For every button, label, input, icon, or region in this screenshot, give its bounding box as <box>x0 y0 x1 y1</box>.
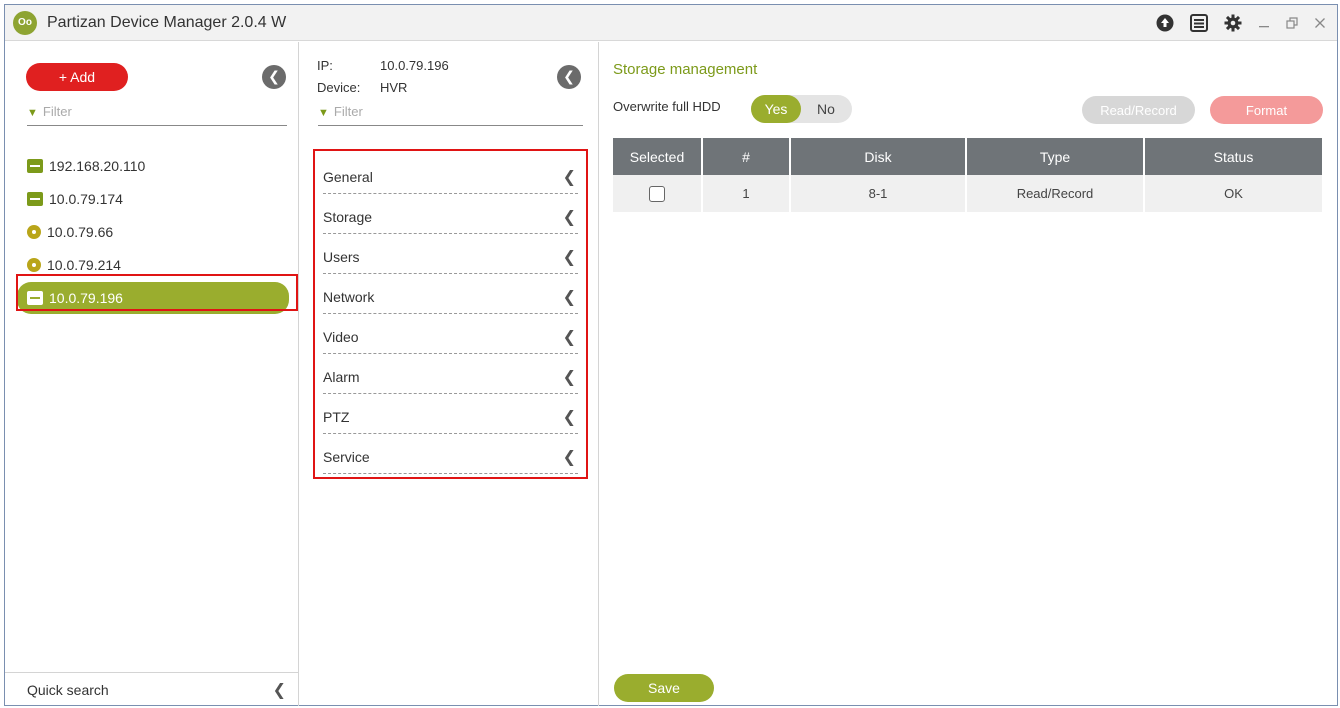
close-icon[interactable] <box>1313 13 1327 33</box>
chevron-left-icon: ❮ <box>562 328 576 346</box>
chevron-left-icon: ❮ <box>562 408 576 426</box>
recorder-icon <box>27 192 43 206</box>
device-item-10-0-79-66[interactable]: 10.0.79.66 <box>17 216 297 248</box>
storage-management-panel: Storage management Overwrite full HDD Ye… <box>600 42 1337 706</box>
row-number: 1 <box>702 175 791 212</box>
table-row[interactable]: 1 8-1 Read/Record OK <box>613 175 1322 212</box>
menu-item-general[interactable]: General ❮ <box>323 154 578 194</box>
device-type-label: Device: <box>317 80 361 95</box>
chevron-left-icon: ❮ <box>562 288 576 306</box>
camera-icon <box>27 225 41 239</box>
menu-item-alarm[interactable]: Alarm ❮ <box>323 354 578 394</box>
disk-table: Selected # Disk Type Status 1 8-1 Read/R… <box>613 138 1322 212</box>
app-window: Oo Partizan Device Manager 2.0.4 W + Add… <box>4 4 1338 706</box>
quick-search-label: Quick search <box>27 682 109 698</box>
settings-menu-panel: IP: 10.0.79.196 Device: HVR ❮ ▼ Filter Ge… <box>300 42 599 706</box>
upload-icon[interactable] <box>1155 13 1175 33</box>
table-header-row: Selected # Disk Type Status <box>613 138 1322 175</box>
device-label: 10.0.79.66 <box>47 224 114 240</box>
device-label: 10.0.79.214 <box>47 257 121 273</box>
toggle-yes[interactable]: Yes <box>751 95 801 123</box>
menu-item-network[interactable]: Network ❮ <box>323 274 578 314</box>
device-type-value: HVR <box>380 80 408 95</box>
chevron-left-icon: ❮ <box>562 208 576 226</box>
row-status: OK <box>1144 175 1322 212</box>
ip-label: IP: <box>317 58 333 73</box>
chevron-left-icon: ❮ <box>562 248 576 266</box>
list-icon[interactable] <box>1189 13 1209 33</box>
menu-item-storage[interactable]: Storage ❮ <box>323 194 578 234</box>
save-button[interactable]: Save <box>614 674 714 702</box>
row-checkbox[interactable] <box>649 185 665 202</box>
app-logo-icon: Oo <box>13 11 37 35</box>
device-item-10-0-79-174[interactable]: 10.0.79.174 <box>17 183 297 215</box>
menu-item-video[interactable]: Video ❮ <box>323 314 578 354</box>
collapse-left-icon[interactable]: ❮ <box>262 65 286 89</box>
quick-search-bar[interactable]: Quick search ❮ <box>5 672 298 706</box>
row-select-cell <box>613 175 703 212</box>
menu-item-service[interactable]: Service ❮ <box>323 434 578 474</box>
menu-filter-input[interactable]: ▼ Filter <box>318 104 583 126</box>
gear-icon[interactable] <box>1223 13 1243 33</box>
restore-icon[interactable] <box>1285 13 1299 33</box>
column-header-number: # <box>702 138 791 175</box>
network-device-icon <box>27 159 43 173</box>
overwrite-toggle[interactable]: Yes No <box>751 95 852 123</box>
minimize-icon[interactable] <box>1257 13 1271 33</box>
row-type: Read/Record <box>966 175 1145 212</box>
device-label: 192.168.20.110 <box>49 158 146 174</box>
toggle-no[interactable]: No <box>807 95 845 123</box>
filter-icon: ▼ <box>27 107 38 119</box>
camera-icon <box>27 258 41 272</box>
selection-highlight <box>16 274 298 311</box>
filter-icon: ▼ <box>318 107 329 119</box>
add-device-button[interactable]: + Add <box>26 63 128 91</box>
read-record-button[interactable]: Read/Record <box>1082 96 1195 124</box>
chevron-left-icon: ❮ <box>562 168 576 186</box>
chevron-left-icon: ❮ <box>562 368 576 386</box>
app-title: Partizan Device Manager 2.0.4 W <box>47 14 287 31</box>
device-item-192-168-20-110[interactable]: 192.168.20.110 <box>17 150 297 182</box>
menu-item-ptz[interactable]: PTZ ❮ <box>323 394 578 434</box>
chevron-left-icon[interactable]: ❮ <box>273 680 286 700</box>
settings-menu: General ❮ Storage ❮ Users ❮ Network ❮ Video ❮… <box>313 149 588 479</box>
chevron-left-icon: ❮ <box>562 448 576 466</box>
device-filter-input[interactable]: ▼ Filter <box>27 104 287 126</box>
ip-value: 10.0.79.196 <box>380 58 449 73</box>
column-header-status: Status <box>1144 138 1322 175</box>
column-header-selected: Selected <box>613 138 703 175</box>
device-list-panel: + Add ❮ ▼ Filter 192.168.20.110 10.0.79.1… <box>5 42 299 706</box>
overwrite-label: Overwrite full HDD <box>613 99 721 114</box>
page-title: Storage management <box>613 61 758 78</box>
device-row: Device: HVR <box>317 80 407 95</box>
column-header-type: Type <box>966 138 1145 175</box>
ip-row: IP: 10.0.79.196 <box>317 58 449 73</box>
title-bar: Oo Partizan Device Manager 2.0.4 W <box>5 5 1337 41</box>
column-header-disk: Disk <box>790 138 967 175</box>
format-button[interactable]: Format <box>1210 96 1323 124</box>
device-label: 10.0.79.174 <box>49 191 123 207</box>
menu-item-users[interactable]: Users ❮ <box>323 234 578 274</box>
row-disk: 8-1 <box>790 175 967 212</box>
collapse-middle-icon[interactable]: ❮ <box>557 65 581 89</box>
